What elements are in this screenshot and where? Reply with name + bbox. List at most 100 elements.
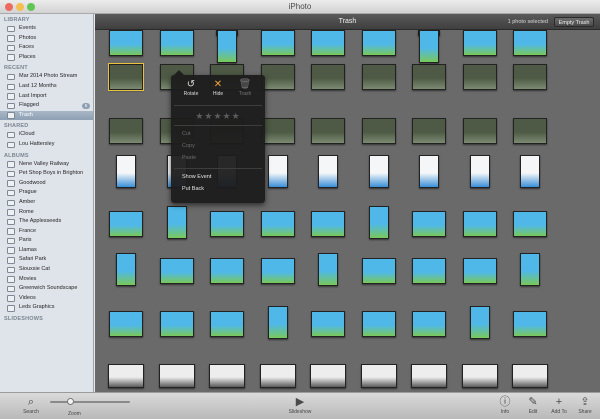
photo-thumbnail[interactable]	[361, 258, 396, 284]
photo-thumbnail[interactable]	[419, 155, 440, 188]
photo-thumbnail[interactable]	[109, 118, 144, 144]
trash-button[interactable]: 🗑 Trash	[231, 79, 259, 101]
photo-thumbnail[interactable]	[158, 364, 195, 388]
photo-thumbnail[interactable]	[513, 211, 548, 237]
sidebar-item[interactable]: Places	[0, 53, 93, 63]
sidebar-item[interactable]: Siouxsie Cat	[0, 265, 93, 275]
photo-thumbnail[interactable]	[159, 311, 194, 337]
sidebar-item[interactable]: Goodwood	[0, 179, 93, 189]
sidebar-item[interactable]: Safari Park	[0, 255, 93, 265]
photo-thumbnail[interactable]	[108, 63, 145, 91]
zoom-slider-knob[interactable]	[66, 398, 74, 405]
photo-thumbnail[interactable]	[462, 30, 497, 56]
sidebar-item[interactable]: Trash	[0, 110, 93, 121]
photo-thumbnail[interactable]	[412, 64, 447, 90]
search-button[interactable]: ⌕ Search	[16, 395, 46, 419]
sidebar-item[interactable]: Prague	[0, 188, 93, 198]
sidebar-item[interactable]: Last 12 Months	[0, 82, 93, 92]
sidebar-item[interactable]: Last Import	[0, 92, 93, 102]
photo-thumbnail[interactable]	[210, 258, 245, 284]
menu-item-put-back[interactable]: Put Back	[182, 186, 204, 192]
photo-thumbnail[interactable]	[311, 64, 346, 90]
photo-thumbnail[interactable]	[412, 118, 447, 144]
sidebar-item[interactable]: The Applesseeds	[0, 217, 93, 227]
photo-thumbnail[interactable]	[310, 364, 347, 388]
photo-thumbnail[interactable]	[411, 364, 448, 388]
menu-item-cut[interactable]: Cut	[182, 131, 191, 137]
photo-thumbnail[interactable]	[267, 306, 288, 339]
photo-thumbnail[interactable]	[311, 311, 346, 337]
photo-thumbnail[interactable]	[108, 364, 145, 388]
photo-thumbnail[interactable]	[109, 211, 144, 237]
photo-thumbnail[interactable]	[159, 30, 194, 56]
menu-item-show-event[interactable]: Show Event	[182, 174, 211, 180]
sidebar-item[interactable]: Events	[0, 24, 93, 34]
photo-thumbnail[interactable]	[217, 30, 238, 63]
sidebar-item[interactable]: Lou Hattersley	[0, 140, 93, 150]
photo-thumbnail[interactable]	[260, 258, 295, 284]
photo-thumbnail[interactable]	[109, 311, 144, 337]
photo-thumbnail[interactable]	[318, 155, 339, 188]
photo-thumbnail[interactable]	[311, 30, 346, 56]
share-button[interactable]: ⇪ Share	[570, 395, 600, 419]
photo-thumbnail[interactable]	[520, 155, 541, 188]
photo-thumbnail[interactable]	[462, 118, 497, 144]
sidebar-item[interactable]: Pet Shop Boys in Brighton	[0, 169, 93, 179]
sidebar-item[interactable]: iCloud	[0, 130, 93, 140]
sidebar-item[interactable]: Flagged 5	[0, 101, 93, 111]
empty-trash-button[interactable]: Empty Trash	[554, 17, 594, 27]
photo-thumbnail[interactable]	[513, 30, 548, 56]
sidebar-item[interactable]: France	[0, 227, 93, 237]
menu-item-paste[interactable]: Paste	[182, 155, 196, 161]
zoom-slider[interactable]	[50, 401, 130, 403]
rotate-button[interactable]: ↺ Rotate	[177, 79, 205, 101]
photo-thumbnail[interactable]	[260, 118, 295, 144]
info-button[interactable]: ⓘ Info	[490, 395, 520, 419]
photo-thumbnail[interactable]	[462, 211, 497, 237]
photo-thumbnail[interactable]	[469, 155, 490, 188]
photo-thumbnail[interactable]	[260, 64, 295, 90]
sidebar-item[interactable]: Photos	[0, 34, 93, 44]
photo-thumbnail[interactable]	[462, 258, 497, 284]
photo-thumbnail[interactable]	[412, 311, 447, 337]
photo-thumbnail[interactable]	[360, 364, 397, 388]
sidebar-item[interactable]: Nene Valley Railway	[0, 160, 93, 170]
photo-thumbnail[interactable]	[116, 155, 137, 188]
photo-thumbnail[interactable]	[109, 30, 144, 56]
sidebar-item[interactable]: Movies	[0, 275, 93, 285]
photo-thumbnail[interactable]	[469, 306, 490, 339]
sidebar-item[interactable]: Paris	[0, 236, 93, 246]
sidebar-item[interactable]: Faces	[0, 43, 93, 53]
photo-thumbnail[interactable]	[318, 253, 339, 286]
photo-thumbnail[interactable]	[210, 211, 245, 237]
sidebar-item[interactable]: Greenwich Soundscape	[0, 284, 93, 294]
sidebar-item[interactable]: Llamas	[0, 246, 93, 256]
photo-thumbnail[interactable]	[513, 64, 548, 90]
sidebar-item[interactable]: Amber	[0, 198, 93, 208]
photo-thumbnail[interactable]	[260, 211, 295, 237]
photo-thumbnail[interactable]	[461, 364, 498, 388]
photo-thumbnail[interactable]	[159, 258, 194, 284]
photo-thumbnail[interactable]	[462, 64, 497, 90]
photo-thumbnail[interactable]	[368, 206, 389, 239]
photo-thumbnail[interactable]	[311, 118, 346, 144]
photo-thumbnail[interactable]	[368, 155, 389, 188]
photo-thumbnail[interactable]	[513, 311, 548, 337]
photo-thumbnail[interactable]	[513, 118, 548, 144]
menu-item-copy[interactable]: Copy	[182, 143, 195, 149]
sidebar-item[interactable]: Leds Graphics	[0, 303, 93, 313]
photo-thumbnail[interactable]	[512, 364, 549, 388]
photo-thumbnail[interactable]	[260, 30, 295, 56]
photo-thumbnail[interactable]	[267, 155, 288, 188]
photo-thumbnail[interactable]	[520, 253, 541, 286]
photo-thumbnail[interactable]	[419, 30, 440, 63]
photo-thumbnail[interactable]	[361, 30, 396, 56]
photo-thumbnail[interactable]	[361, 311, 396, 337]
photo-thumbnail[interactable]	[209, 364, 246, 388]
photo-thumbnail[interactable]	[166, 206, 187, 239]
photo-thumbnail[interactable]	[210, 311, 245, 337]
hide-button[interactable]: ✕ Hide	[204, 79, 232, 101]
photo-thumbnail[interactable]	[361, 118, 396, 144]
sidebar-item[interactable]: Videos	[0, 294, 93, 304]
photo-thumbnail[interactable]	[412, 211, 447, 237]
